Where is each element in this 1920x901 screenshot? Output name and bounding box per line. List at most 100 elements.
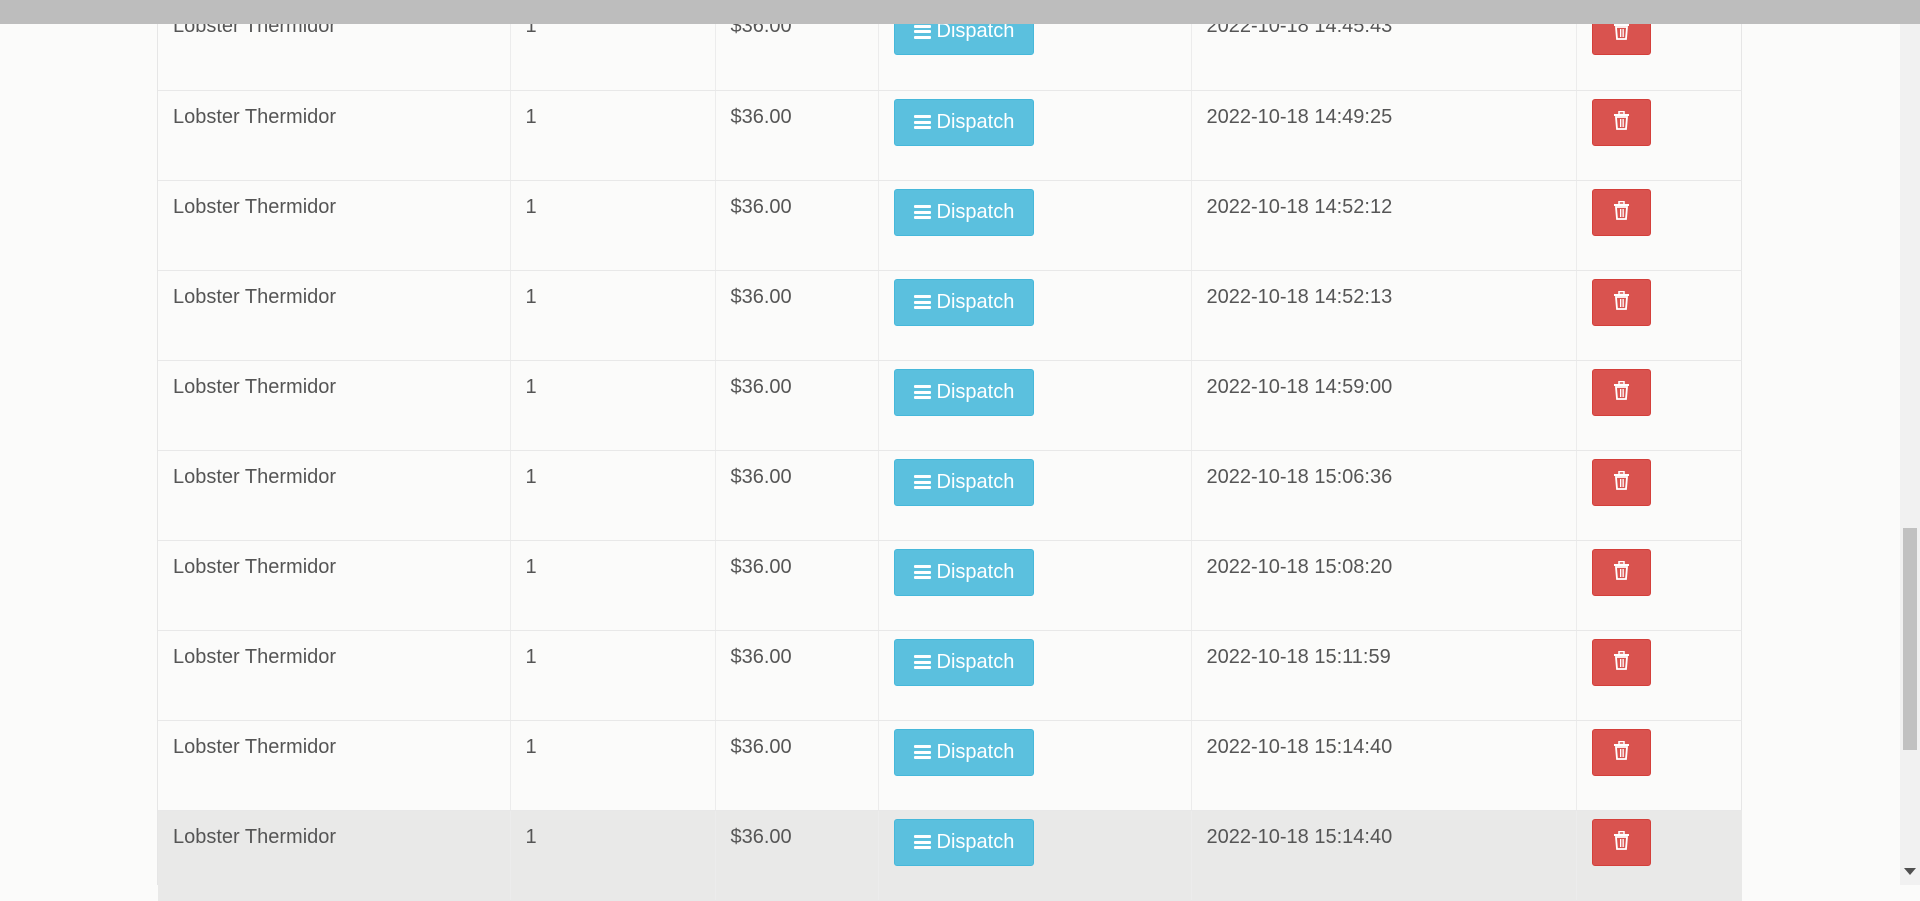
dispatch-button-label: Dispatch [936,740,1015,763]
item-price: $36.00 [730,825,792,848]
order-time-cell: 2022-10-18 15:11:59 [1191,630,1577,721]
dispatch-button-label: Dispatch [936,830,1015,853]
scrollbar-thumb[interactable] [1903,528,1917,750]
order-time-cell: 2022-10-18 14:52:12 [1191,180,1577,271]
dispatch-button[interactable]: Dispatch [893,818,1035,866]
item-price: $36.00 [730,195,792,218]
scroll-down-arrow-icon[interactable] [1904,868,1916,875]
dispatch-button-label: Dispatch [936,380,1015,403]
scrollbar-track[interactable] [1900,0,1920,885]
delete-button[interactable] [1591,188,1651,236]
bars-icon [913,835,931,849]
dispatch-cell: Dispatch [878,630,1192,721]
item-name: Lobster Thermidor [173,825,337,848]
item-name: Lobster Thermidor [173,105,337,128]
delete-button[interactable] [1591,548,1651,596]
item-name-cell: Lobster Thermidor [158,540,511,631]
item-quantity: 1 [525,195,537,218]
order-timestamp: 2022-10-18 15:06:36 [1206,465,1393,488]
dispatch-button[interactable]: Dispatch [893,278,1035,326]
delete-button[interactable] [1591,368,1651,416]
trash-icon [1613,560,1630,583]
item-quantity: 1 [525,645,537,668]
table-row: Lobster Thermidor 1 $36.00 Dispatch 2022-10-… [158,360,1742,451]
table-row: Lobster Thermidor 1 $36.00 Dispatch 2022-10-… [158,90,1742,181]
bars-icon [913,745,931,759]
trash-icon [1613,740,1630,763]
item-price: $36.00 [730,645,792,668]
dispatch-button[interactable]: Dispatch [893,548,1035,596]
dispatch-cell: Dispatch [878,270,1192,361]
trash-icon [1613,290,1630,313]
quantity-cell: 1 [510,450,716,541]
dispatch-button-label: Dispatch [936,290,1015,313]
item-name: Lobster Thermidor [173,375,337,398]
price-cell: $36.00 [715,810,879,901]
price-cell: $36.00 [715,450,879,541]
dispatch-button[interactable]: Dispatch [893,638,1035,686]
bars-icon [913,295,931,309]
dispatch-cell: Dispatch [878,540,1192,631]
bars-icon [913,475,931,489]
item-price: $36.00 [730,105,792,128]
delete-button[interactable] [1591,728,1651,776]
table-row: Lobster Thermidor 1 $36.00 Dispatch 2022-10-… [158,270,1742,361]
delete-button[interactable] [1591,98,1651,146]
order-timestamp: 2022-10-18 15:14:40 [1206,735,1393,758]
quantity-cell: 1 [510,180,716,271]
order-time-cell: 2022-10-18 15:06:36 [1191,450,1577,541]
orders-table-body: Lobster Thermidor 1 $36.00 Dispatch 2022-10-… [158,0,1742,901]
bars-icon [913,565,931,579]
trash-icon [1613,380,1630,403]
bars-icon [913,115,931,129]
delete-button[interactable] [1591,278,1651,326]
quantity-cell: 1 [510,630,716,721]
dispatch-button[interactable]: Dispatch [893,458,1035,506]
dispatch-button-label: Dispatch [936,470,1015,493]
dispatch-button[interactable]: Dispatch [893,728,1035,776]
item-quantity: 1 [525,465,537,488]
price-cell: $36.00 [715,270,879,361]
dispatch-cell: Dispatch [878,90,1192,181]
dispatch-button-label: Dispatch [936,650,1015,673]
table-row: Lobster Thermidor 1 $36.00 Dispatch 2022-10-… [158,180,1742,271]
price-cell: $36.00 [715,630,879,721]
item-name: Lobster Thermidor [173,465,337,488]
quantity-cell: 1 [510,810,716,901]
dispatch-button[interactable]: Dispatch [893,368,1035,416]
bars-icon [913,385,931,399]
dispatch-button-label: Dispatch [936,110,1015,133]
item-quantity: 1 [525,735,537,758]
table-row: Lobster Thermidor 1 $36.00 Dispatch 2022-10-… [158,450,1742,541]
delete-button[interactable] [1591,818,1651,866]
dispatch-button[interactable]: Dispatch [893,98,1035,146]
bars-icon [913,24,931,39]
trash-icon [1613,200,1630,223]
item-price: $36.00 [730,465,792,488]
trash-icon [1613,830,1630,853]
delete-button[interactable] [1591,458,1651,506]
item-name-cell: Lobster Thermidor [158,720,511,811]
order-timestamp: 2022-10-18 14:59:00 [1206,375,1393,398]
item-quantity: 1 [525,375,537,398]
order-timestamp: 2022-10-18 14:52:12 [1206,195,1393,218]
table-row: Lobster Thermidor 1 $36.00 Dispatch 2022-10-… [158,720,1742,811]
delete-cell [1576,540,1742,631]
trash-icon [1613,110,1630,133]
price-cell: $36.00 [715,360,879,451]
price-cell: $36.00 [715,180,879,271]
dispatch-button[interactable]: Dispatch [893,188,1035,236]
delete-button[interactable] [1591,638,1651,686]
item-quantity: 1 [525,555,537,578]
quantity-cell: 1 [510,270,716,361]
item-name: Lobster Thermidor [173,195,337,218]
dispatch-cell: Dispatch [878,720,1192,811]
item-price: $36.00 [730,735,792,758]
item-name-cell: Lobster Thermidor [158,270,511,361]
item-name-cell: Lobster Thermidor [158,90,511,181]
item-name: Lobster Thermidor [173,645,337,668]
order-timestamp: 2022-10-18 15:14:40 [1206,825,1393,848]
dispatch-button-label: Dispatch [936,560,1015,583]
delete-cell [1576,270,1742,361]
order-time-cell: 2022-10-18 15:14:40 [1191,720,1577,811]
